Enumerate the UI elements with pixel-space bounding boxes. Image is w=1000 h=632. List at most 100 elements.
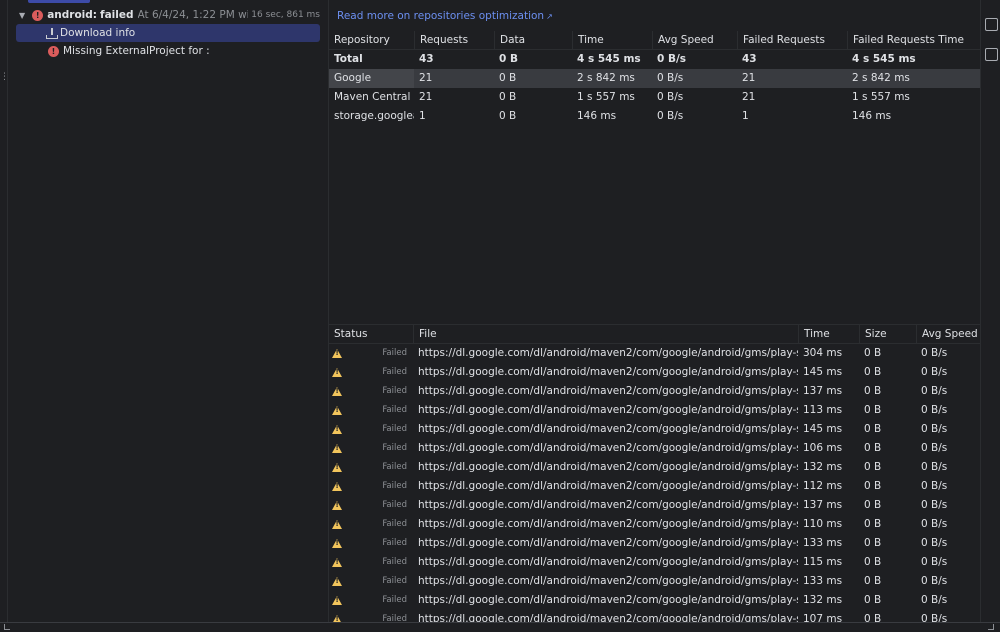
root-detail: At 6/4/24, 1:22 PM with 1 error — [137, 9, 249, 21]
table-row[interactable]: Failed https://dl.google.com/dl/android/m… — [329, 458, 980, 477]
warning-icon — [332, 520, 342, 529]
table-cell: 0 B/s — [921, 385, 948, 397]
table-cell: https://dl.google.com/dl/android/maven2/… — [418, 404, 798, 416]
status-cell: Failed — [329, 553, 413, 572]
column-header-time[interactable]: Time — [798, 325, 859, 344]
tree-item-download-info[interactable]: Download info — [16, 24, 320, 42]
column-header-repository[interactable]: Repository — [329, 31, 414, 50]
table-cell: 133 ms — [803, 575, 843, 587]
table-row-storage[interactable]: storage.googleapis.com 1 0 B 146 ms 0 B/… — [329, 107, 980, 126]
root-title: android: — [47, 9, 98, 21]
table-cell: 0 B — [864, 385, 882, 397]
table-cell: 0 B/s — [921, 594, 948, 606]
table-cell: Google — [329, 69, 414, 88]
table-cell: 1 — [419, 110, 426, 122]
table-row[interactable]: Failed https://dl.google.com/dl/android/m… — [329, 363, 980, 382]
files-table: Status File Time Size Avg Speed Failed ht… — [329, 325, 980, 622]
warning-icon — [332, 615, 342, 622]
table-cell: https://dl.google.com/dl/android/maven2/… — [418, 594, 798, 606]
table-row[interactable]: Failed https://dl.google.com/dl/android/m… — [329, 439, 980, 458]
column-header-avg-speed[interactable]: Avg Speed — [916, 325, 980, 344]
table-cell: 0 B — [864, 404, 882, 416]
table-row-google[interactable]: Google 21 0 B 2 s 842 ms 0 B/s 21 2 s 84… — [329, 69, 980, 88]
table-row[interactable]: Failed https://dl.google.com/dl/android/m… — [329, 572, 980, 591]
notifications-icon[interactable] — [985, 18, 998, 31]
table-row[interactable]: Failed https://dl.google.com/dl/android/m… — [329, 496, 980, 515]
status-cell: Failed — [329, 591, 413, 610]
status-cell: Failed — [329, 515, 413, 534]
column-header-data[interactable]: Data — [494, 31, 572, 50]
tree-item-missing-external-project[interactable]: ! Missing ExternalProject for : — [16, 42, 320, 60]
table-cell: 0 B — [499, 91, 517, 103]
table-row[interactable]: Failed https://dl.google.com/dl/android/m… — [329, 477, 980, 496]
table-cell: 145 ms — [803, 423, 843, 435]
active-tab-indicator — [28, 0, 90, 3]
status-text: Failed — [382, 595, 407, 605]
table-cell: 112 ms — [803, 480, 843, 492]
tree-item-label: Missing ExternalProject for : — [63, 45, 210, 57]
table-cell: 0 B — [864, 499, 882, 511]
table-cell: https://dl.google.com/dl/android/maven2/… — [418, 613, 798, 622]
column-header-time[interactable]: Time — [572, 31, 652, 50]
table-row[interactable]: Failed https://dl.google.com/dl/android/m… — [329, 610, 980, 622]
status-cell: Failed — [329, 496, 413, 515]
copy-icon[interactable] — [985, 48, 998, 61]
table-cell: 132 ms — [803, 461, 843, 473]
table-row[interactable]: Failed https://dl.google.com/dl/android/m… — [329, 420, 980, 439]
column-header-requests[interactable]: Requests — [414, 31, 494, 50]
column-header-status[interactable]: Status — [329, 325, 413, 344]
table-cell: 137 ms — [803, 385, 843, 397]
table-cell: 0 B/s — [921, 518, 948, 530]
table-cell: 0 B — [864, 480, 882, 492]
table-cell: 0 B — [864, 442, 882, 454]
column-header-file[interactable]: File — [413, 325, 798, 344]
table-cell: 0 B/s — [921, 480, 948, 492]
corner-left-icon — [4, 624, 10, 630]
table-cell: https://dl.google.com/dl/android/maven2/… — [418, 537, 798, 549]
status-cell: Failed — [329, 344, 413, 363]
optimization-link[interactable]: Read more on repositories optimization ↗ — [337, 10, 553, 22]
status-bar — [0, 622, 1000, 632]
table-row-maven-central[interactable]: Maven Central 21 0 B 1 s 557 ms 0 B/s 21… — [329, 88, 980, 107]
status-text: Failed — [382, 443, 407, 453]
table-cell: 0 B/s — [657, 53, 687, 65]
table-cell: 1 s 557 ms — [852, 91, 910, 103]
table-row[interactable]: Failed https://dl.google.com/dl/android/m… — [329, 515, 980, 534]
chevron-down-icon[interactable]: ▼ — [18, 11, 26, 20]
table-cell: https://dl.google.com/dl/android/maven2/… — [418, 385, 798, 397]
column-header-failed-requests-time[interactable]: Failed Requests Time — [847, 31, 980, 50]
table-cell: https://dl.google.com/dl/android/maven2/… — [418, 442, 798, 454]
download-info-panel: Read more on repositories optimization ↗ … — [329, 0, 980, 622]
table-row[interactable]: Failed https://dl.google.com/dl/android/m… — [329, 591, 980, 610]
table-row-total[interactable]: Total 43 0 B 4 s 545 ms 0 B/s 43 4 s 545… — [329, 50, 980, 69]
tree-root-android[interactable]: ▼ ! android: failed At 6/4/24, 1:22 PM w… — [16, 6, 320, 24]
table-cell: https://dl.google.com/dl/android/maven2/… — [418, 499, 798, 511]
table-cell: 0 B — [864, 366, 882, 378]
table-row[interactable]: Failed https://dl.google.com/dl/android/m… — [329, 344, 980, 363]
column-header-avg-speed[interactable]: Avg Speed — [652, 31, 737, 50]
table-cell: https://dl.google.com/dl/android/maven2/… — [418, 461, 798, 473]
table-cell: 0 B/s — [921, 575, 948, 587]
link-text[interactable]: Read more on repositories optimization — [337, 10, 544, 22]
table-row[interactable]: Failed https://dl.google.com/dl/android/m… — [329, 382, 980, 401]
column-header-failed-requests[interactable]: Failed Requests — [737, 31, 847, 50]
warning-icon — [332, 368, 342, 377]
repositories-table: Repository Requests Data Time Avg Speed … — [329, 31, 980, 126]
table-cell: 304 ms — [803, 347, 843, 359]
error-icon: ! — [32, 9, 44, 21]
warning-icon — [332, 349, 342, 358]
status-cell: Failed — [329, 382, 413, 401]
status-cell: Failed — [329, 477, 413, 496]
download-icon — [46, 27, 58, 39]
table-row[interactable]: Failed https://dl.google.com/dl/android/m… — [329, 401, 980, 420]
table-row[interactable]: Failed https://dl.google.com/dl/android/m… — [329, 553, 980, 572]
table-cell: 4 s 545 ms — [852, 53, 916, 65]
status-text: Failed — [382, 500, 407, 510]
table-cell: 107 ms — [803, 613, 843, 622]
column-header-size[interactable]: Size — [859, 325, 916, 344]
table-cell: 0 B — [499, 110, 517, 122]
status-cell: Failed — [329, 420, 413, 439]
table-cell: 0 B/s — [921, 366, 948, 378]
table-row[interactable]: Failed https://dl.google.com/dl/android/m… — [329, 534, 980, 553]
build-tree-panel: ▼ ! android: failed At 6/4/24, 1:22 PM w… — [8, 0, 328, 622]
